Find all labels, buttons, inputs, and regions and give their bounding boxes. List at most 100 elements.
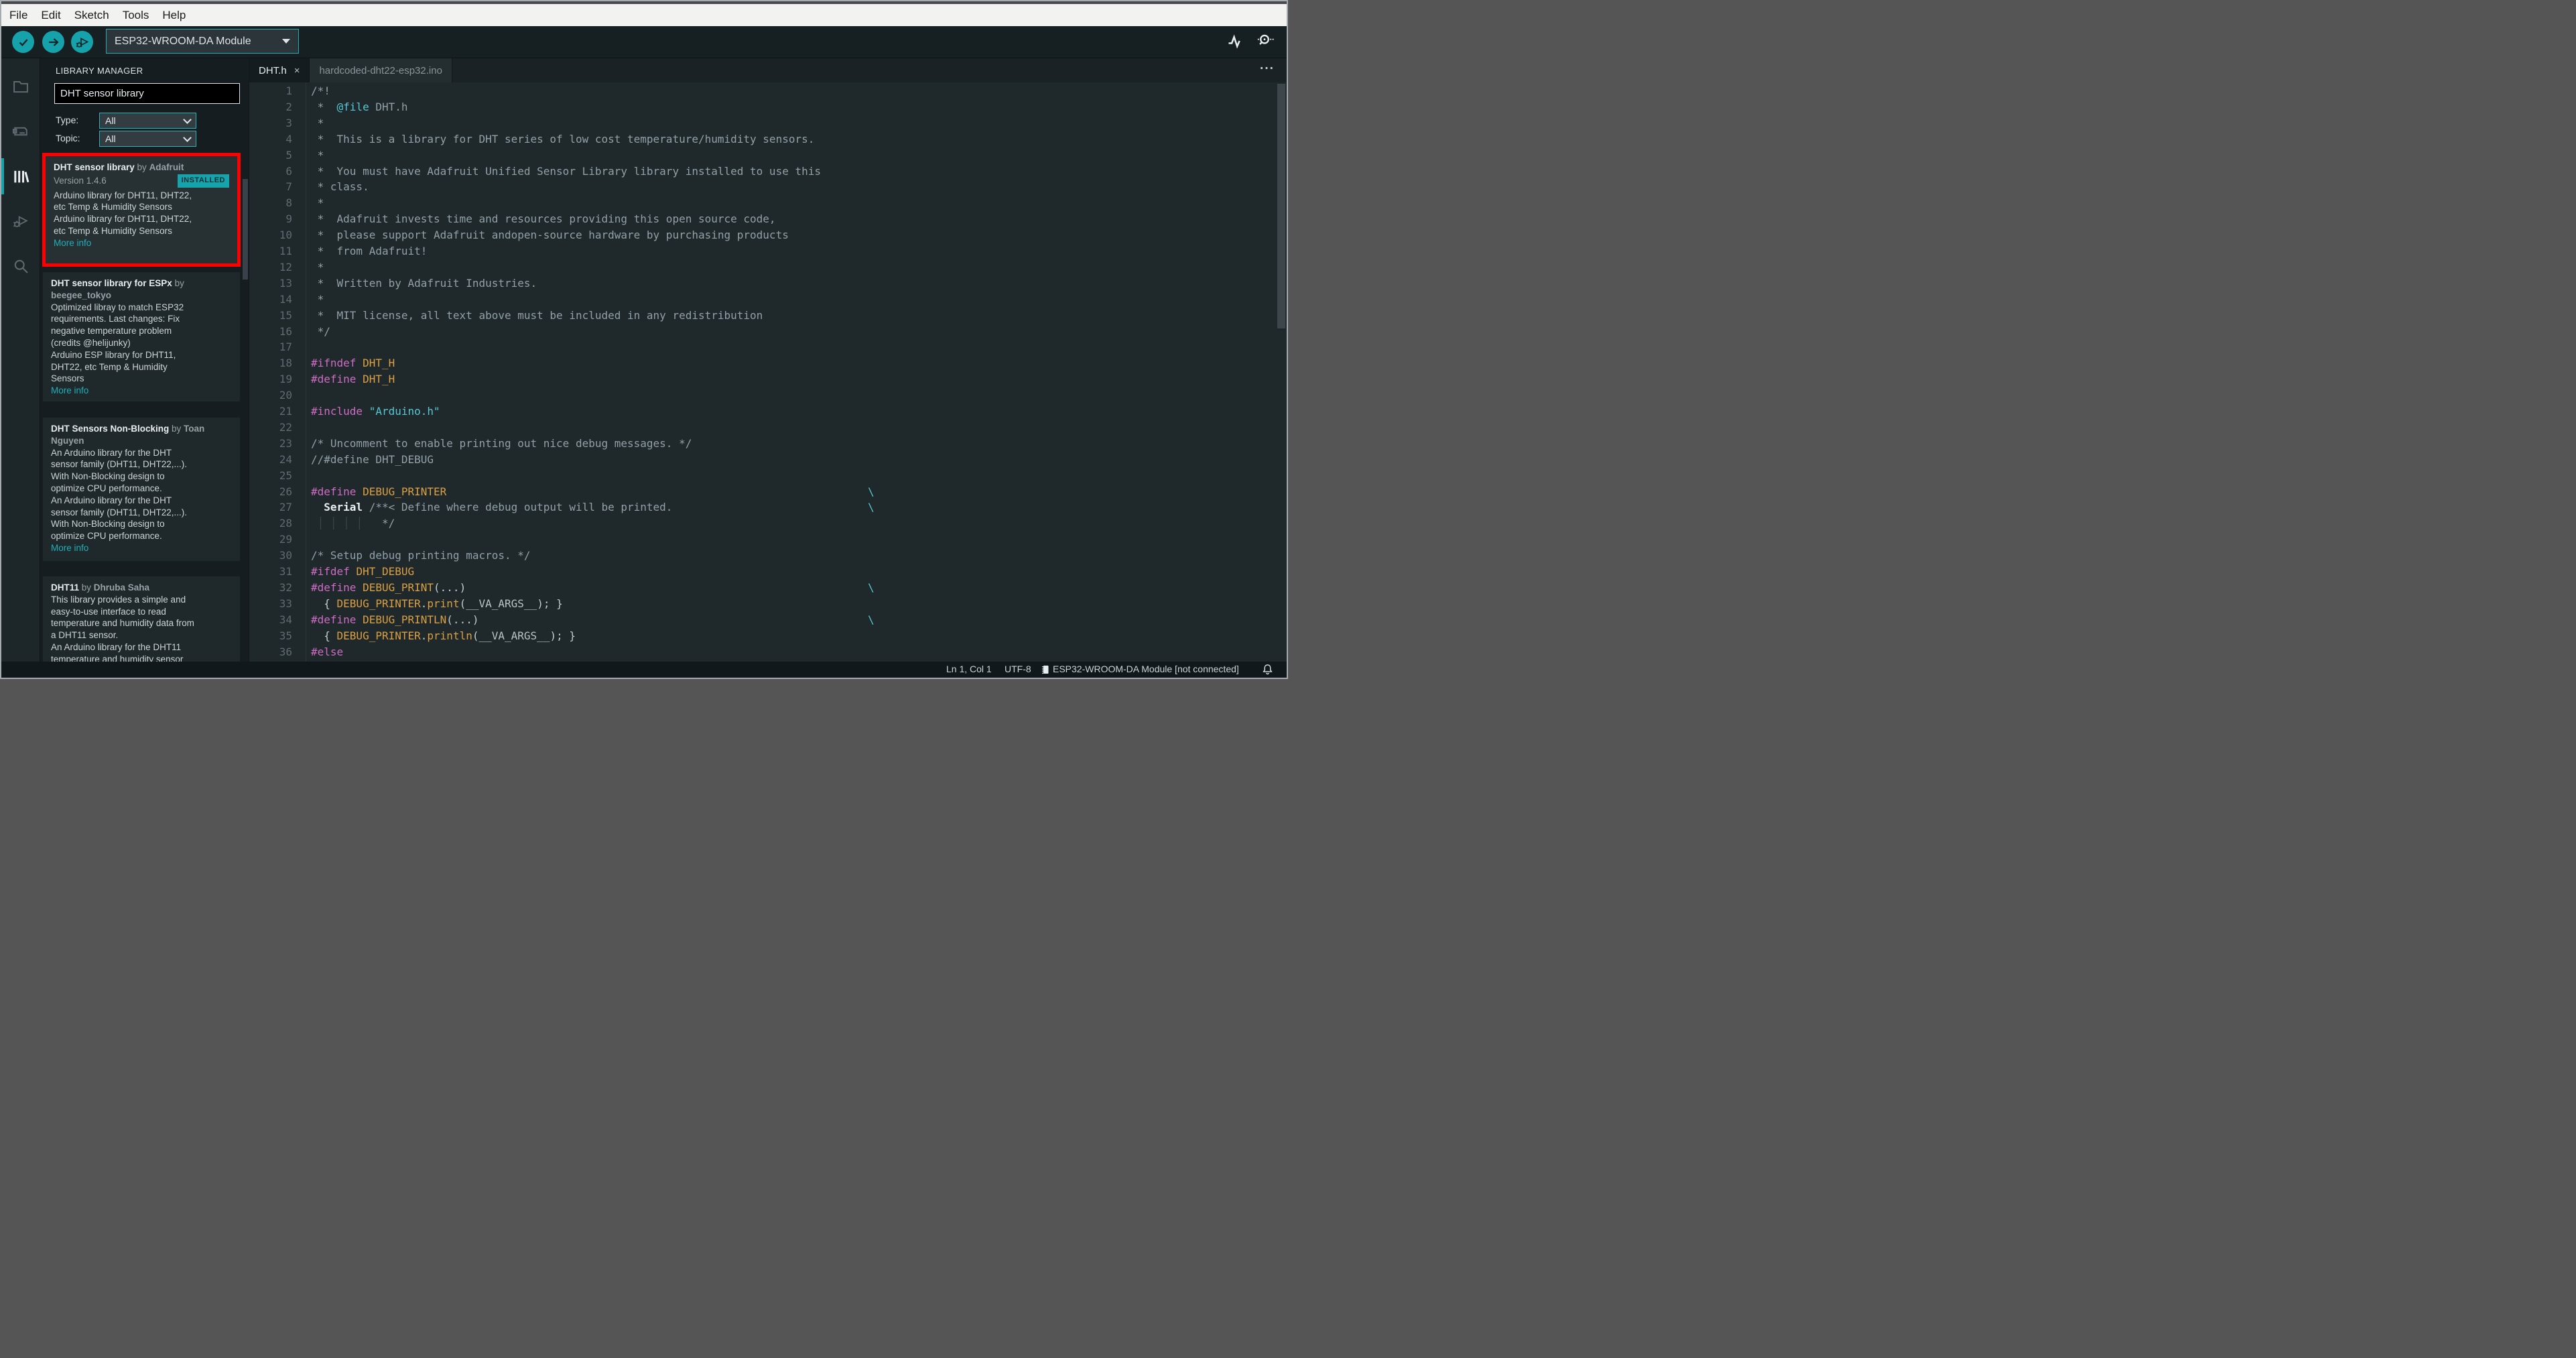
code-line: │ │ │ │ */ bbox=[317, 517, 395, 530]
library-description: Arduino library for DHT11, DHT22, etc Te… bbox=[54, 190, 192, 236]
code-line: * from Adafruit! bbox=[311, 245, 428, 257]
line-number: 35 bbox=[279, 629, 292, 642]
search-icon bbox=[11, 257, 30, 275]
library-card-1[interactable]: DHT sensor library by Adafruit Version 1.… bbox=[46, 156, 237, 263]
bug-play-icon bbox=[74, 34, 90, 50]
menu-tools[interactable]: Tools bbox=[116, 9, 156, 22]
menu-edit[interactable]: Edit bbox=[34, 9, 67, 22]
serial-plotter-button[interactable] bbox=[1226, 32, 1246, 50]
right-arrow-icon bbox=[46, 35, 61, 50]
line-number: 1 bbox=[285, 84, 292, 97]
library-manager-panel: LIBRARY MANAGER Type: All Topic: All DHT… bbox=[40, 58, 249, 662]
library-description: This library provides a simple and easy-… bbox=[51, 594, 194, 662]
board-selector-dropdown[interactable]: ESP32-WROOM-DA Module bbox=[106, 29, 299, 54]
library-card-4[interactable]: DHT11 by Dhruba Saha This library provide… bbox=[43, 576, 240, 662]
tab-label: hardcoded-dht22-esp32.ino bbox=[319, 64, 442, 76]
library-card-3[interactable]: DHT Sensors Non-Blocking by Toan Nguyen A… bbox=[43, 418, 240, 561]
chevron-down-icon bbox=[183, 115, 192, 124]
library-title: DHT Sensors Non-Blocking by Toan Nguyen bbox=[51, 424, 205, 446]
upload-button[interactable] bbox=[42, 31, 64, 53]
library-card-2[interactable]: DHT sensor library for ESPx by beegee_to… bbox=[43, 272, 240, 402]
line-number: 2 bbox=[285, 100, 292, 113]
main-area: LIBRARY MANAGER Type: All Topic: All DHT… bbox=[1, 58, 1287, 662]
more-info-link[interactable]: More info bbox=[51, 385, 232, 397]
line-number: 17 bbox=[279, 341, 292, 354]
chevron-down-icon bbox=[282, 39, 290, 44]
tab-DHT.h[interactable]: DHT.h × bbox=[249, 58, 310, 82]
line-number: 36 bbox=[279, 645, 292, 658]
line-number: 7 bbox=[285, 180, 292, 194]
code-line: * Adafruit invests time and resources pr… bbox=[311, 212, 776, 226]
chip-icon bbox=[1041, 664, 1051, 675]
code-line: * Written by Adafruit Industries. bbox=[311, 276, 537, 290]
check-icon bbox=[16, 35, 31, 50]
code-line: * bbox=[311, 148, 324, 162]
line-number: 8 bbox=[285, 196, 292, 210]
more-info-link[interactable]: More info bbox=[54, 237, 229, 249]
line-number: 22 bbox=[279, 420, 292, 434]
sidebar-item-debug[interactable] bbox=[1, 202, 40, 240]
board-selector-label: ESP32-WROOM-DA Module bbox=[115, 35, 251, 47]
topic-filter-select[interactable]: All bbox=[99, 131, 196, 147]
editor-actions-menu[interactable]: ··· bbox=[1260, 62, 1275, 76]
code-line: /* Setup debug printing macros. */ bbox=[311, 549, 531, 562]
code-line: #ifndef DHT_H bbox=[311, 357, 395, 370]
code-line: Serial /**< Define where debug output wi… bbox=[324, 501, 875, 514]
line-number: 6 bbox=[285, 164, 292, 178]
code-line: * bbox=[311, 196, 324, 210]
library-search-input[interactable] bbox=[54, 83, 240, 104]
topic-filter-value: All bbox=[105, 133, 116, 144]
panel-scrollbar-thumb[interactable] bbox=[243, 179, 248, 280]
type-filter-select[interactable]: All bbox=[99, 113, 196, 129]
tab-hardcoded-dht22-esp32.ino[interactable]: hardcoded-dht22-esp32.ino bbox=[310, 58, 452, 82]
menu-sketch[interactable]: Sketch bbox=[68, 9, 116, 22]
editor-scrollbar-thumb[interactable] bbox=[1277, 84, 1285, 328]
code-line: /* Uncomment to enable printing out nice… bbox=[311, 436, 692, 450]
type-filter-label: Type: bbox=[56, 115, 79, 125]
library-title: DHT sensor library by Adafruit bbox=[54, 162, 184, 172]
library-description: An Arduino library for the DHT sensor fa… bbox=[51, 447, 188, 542]
line-number: 34 bbox=[279, 613, 292, 626]
encoding[interactable]: UTF-8 bbox=[1005, 664, 1031, 674]
annotation-red-box: DHT sensor library by Adafruit Version 1.… bbox=[42, 153, 241, 267]
code-line: * bbox=[311, 292, 324, 306]
panel-title: LIBRARY MANAGER bbox=[56, 66, 143, 76]
line-number: 10 bbox=[279, 229, 292, 242]
line-number: 14 bbox=[279, 292, 292, 306]
library-manager-icon bbox=[11, 167, 30, 186]
line-number: 19 bbox=[279, 373, 292, 386]
cursor-position[interactable]: Ln 1, Col 1 bbox=[946, 664, 992, 674]
board-status[interactable]: ESP32-WROOM-DA Module [not connected] bbox=[1053, 664, 1239, 674]
serial-monitor-button[interactable] bbox=[1254, 32, 1275, 50]
line-number: 33 bbox=[279, 597, 292, 610]
sketchbook-icon bbox=[11, 77, 30, 96]
more-info-link[interactable]: More info bbox=[51, 542, 232, 554]
code-line: #define DEBUG_PRINT(...)\ bbox=[311, 580, 875, 594]
code-line: * You must have Adafruit Unified Sensor … bbox=[311, 164, 821, 178]
boards-manager-icon bbox=[11, 122, 30, 141]
sidebar-item-boards-manager[interactable] bbox=[1, 113, 40, 150]
waveform-icon bbox=[1226, 32, 1246, 50]
library-title: DHT11 by Dhruba Saha bbox=[51, 582, 150, 593]
type-filter-value: All bbox=[105, 115, 116, 126]
sidebar-item-library-manager[interactable] bbox=[1, 158, 40, 195]
line-number: 21 bbox=[279, 405, 292, 418]
installed-badge: INSTALLED bbox=[177, 174, 229, 188]
line-number: 18 bbox=[279, 357, 292, 370]
notifications-bell-icon[interactable] bbox=[1262, 664, 1273, 675]
menu-file[interactable]: File bbox=[3, 9, 34, 22]
sidebar-item-sketchbook[interactable] bbox=[1, 68, 40, 105]
chevron-down-icon bbox=[183, 133, 192, 142]
close-icon[interactable]: × bbox=[294, 65, 300, 76]
activity-bar bbox=[1, 58, 40, 662]
debug-button[interactable] bbox=[71, 31, 93, 53]
line-number: 24 bbox=[279, 452, 292, 466]
code-line: * bbox=[311, 260, 324, 273]
menu-help[interactable]: Help bbox=[155, 9, 192, 22]
sidebar-item-search[interactable] bbox=[1, 247, 40, 285]
line-number: 16 bbox=[279, 324, 292, 338]
code-line: * This is a library for DHT series of lo… bbox=[311, 132, 815, 145]
code-editor[interactable]: 1 /*! 2 * @file DHT.h 3 * 4 * This is a libr… bbox=[249, 82, 1287, 662]
verify-button[interactable] bbox=[12, 31, 34, 53]
line-number: 4 bbox=[285, 132, 292, 145]
